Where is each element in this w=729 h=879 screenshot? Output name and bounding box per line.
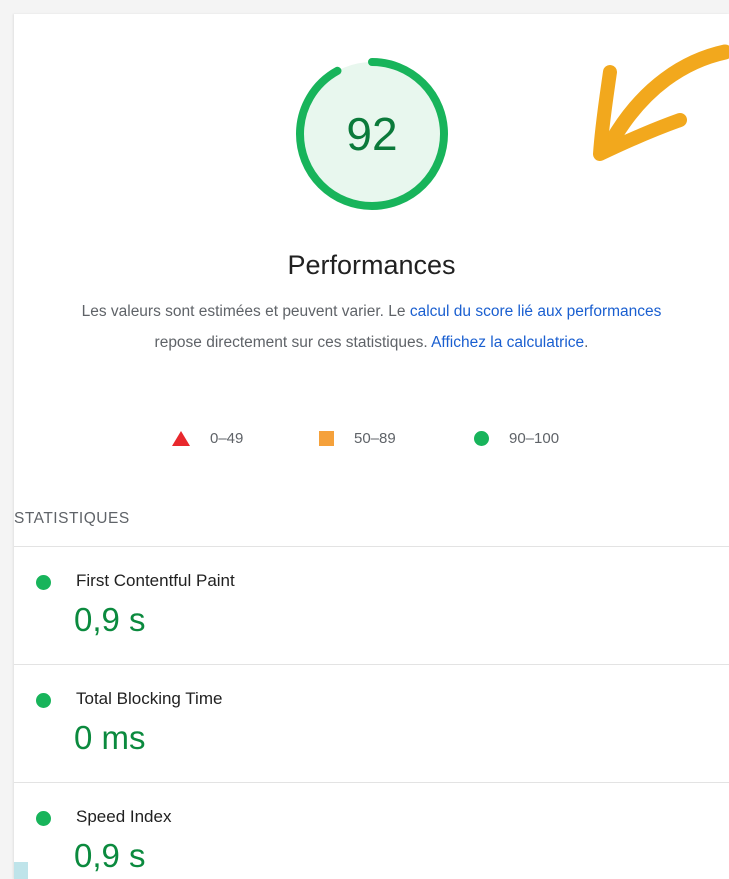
scroll-indicator bbox=[14, 862, 28, 879]
circle-icon bbox=[474, 430, 489, 446]
square-icon bbox=[319, 430, 334, 446]
description-text-2: repose directement sur ces statistiques. bbox=[154, 334, 432, 351]
legend-range: 50–89 bbox=[354, 429, 396, 447]
pass-circle-icon bbox=[36, 693, 51, 708]
triangle-icon bbox=[172, 430, 190, 446]
legend-item-average: 50–89 bbox=[319, 426, 396, 450]
score-value: 92 bbox=[346, 108, 398, 160]
pass-circle-icon bbox=[36, 811, 51, 826]
metric-value: 0,9 s bbox=[74, 601, 146, 638]
score-calculation-link[interactable]: calcul du score lié aux performances bbox=[410, 303, 662, 320]
score-description: Les valeurs sont estimées et peuvent var… bbox=[64, 296, 679, 358]
metric-label: Total Blocking Time bbox=[76, 689, 223, 708]
metric-first-contentful-paint: First Contentful Paint 0,9 s bbox=[14, 547, 729, 663]
metric-value: 0,9 s bbox=[74, 837, 146, 874]
metric-label: Speed Index bbox=[76, 807, 172, 826]
legend-range: 90–100 bbox=[509, 429, 560, 447]
metric-label: First Contentful Paint bbox=[76, 571, 235, 590]
description-text-3: . bbox=[584, 334, 589, 351]
legend-range: 0–49 bbox=[210, 429, 244, 447]
description-text-1: Les valeurs sont estimées et peuvent var… bbox=[81, 303, 410, 320]
score-legend: 0–49 50–89 90–100 bbox=[14, 426, 729, 450]
section-title: STATISTIQUES bbox=[14, 510, 130, 527]
category-title: Performances bbox=[287, 250, 456, 280]
score-gauge: 92 bbox=[292, 54, 452, 214]
legend-item-fail: 0–49 bbox=[172, 426, 243, 450]
hand-drawn-arrow-icon bbox=[593, 44, 729, 161]
calculator-link[interactable]: Affichez la calculatrice bbox=[431, 334, 584, 351]
legend-item-pass: 90–100 bbox=[474, 426, 559, 450]
metric-total-blocking-time: Total Blocking Time 0 ms bbox=[14, 665, 729, 781]
metric-speed-index: Speed Index 0,9 s bbox=[14, 783, 729, 879]
metric-value: 0 ms bbox=[74, 719, 146, 756]
pass-circle-icon bbox=[36, 575, 51, 590]
